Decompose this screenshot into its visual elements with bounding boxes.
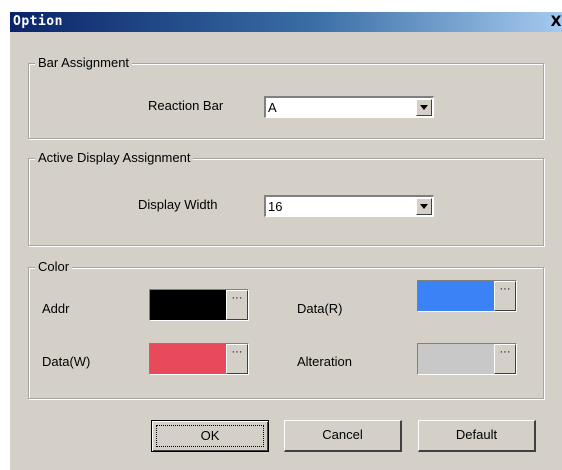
reaction-bar-value: A: [268, 100, 277, 115]
display-width-label: Display Width: [138, 197, 218, 212]
display-width-select[interactable]: 16: [264, 195, 434, 217]
display-width-value: 16: [268, 199, 283, 214]
data-r-label: Data(R): [297, 301, 343, 316]
data-w-color-swatch: [150, 344, 226, 374]
title-bar[interactable]: Option X: [10, 12, 562, 32]
ellipsis-icon[interactable]: ···: [494, 281, 516, 311]
default-button[interactable]: Default: [418, 420, 536, 452]
addr-color-swatch: [150, 290, 226, 320]
alteration-color-swatch: [418, 344, 494, 374]
bar-assignment-group: Bar Assignment Reaction Bar A: [28, 55, 544, 139]
ok-button-label: OK: [156, 425, 264, 447]
ellipsis-icon[interactable]: ···: [226, 344, 248, 374]
chevron-down-icon[interactable]: [416, 198, 432, 215]
alteration-label: Alteration: [297, 354, 352, 369]
active-display-legend: Active Display Assignment: [35, 150, 194, 166]
bar-assignment-legend: Bar Assignment: [35, 55, 133, 71]
cancel-button[interactable]: Cancel: [284, 420, 402, 452]
ellipsis-icon[interactable]: ···: [226, 290, 248, 320]
data-r-color-picker[interactable]: ···: [417, 280, 517, 312]
option-dialog: Option X Bar Assignment Reaction Bar A A…: [9, 12, 562, 470]
close-icon[interactable]: X: [549, 14, 562, 30]
data-w-color-picker[interactable]: ···: [149, 343, 249, 375]
chevron-down-icon[interactable]: [416, 99, 432, 116]
active-display-group: Active Display Assignment Display Width …: [28, 150, 544, 246]
color-legend: Color: [35, 259, 73, 275]
window-title: Option: [13, 14, 63, 29]
alteration-color-picker[interactable]: ···: [417, 343, 517, 375]
data-w-label: Data(W): [42, 354, 91, 369]
color-group: Color Addr ··· Data(R) ··· Data(W) ··· A…: [28, 259, 544, 399]
addr-color-picker[interactable]: ···: [149, 289, 249, 321]
addr-label: Addr: [42, 301, 70, 316]
reaction-bar-label: Reaction Bar: [148, 98, 224, 113]
ellipsis-icon[interactable]: ···: [494, 344, 516, 374]
ok-button[interactable]: OK: [151, 420, 269, 452]
data-r-color-swatch: [418, 281, 494, 311]
reaction-bar-select[interactable]: A: [264, 96, 434, 118]
